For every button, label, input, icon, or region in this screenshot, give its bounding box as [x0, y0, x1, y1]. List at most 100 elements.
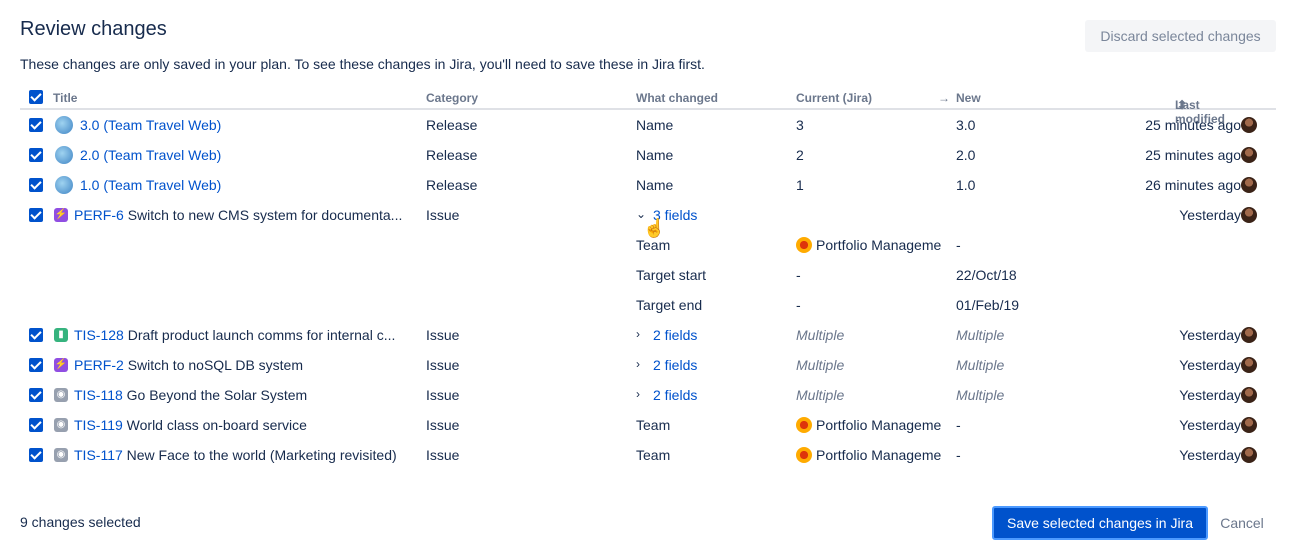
row-title[interactable]: PERF-2 Switch to noSQL DB system [74, 357, 303, 373]
task-icon: ◉ [54, 388, 68, 402]
row-title[interactable]: TIS-118 Go Beyond the Solar System [74, 387, 307, 403]
row-current: 3 [796, 117, 804, 133]
row-what-changed: Team [636, 417, 671, 433]
row-new: Multiple [956, 327, 1005, 343]
issue-key-link[interactable]: PERF-6 [74, 207, 124, 223]
chevron-right-icon[interactable]: › [636, 327, 640, 341]
epic-icon: ⚡ [54, 208, 68, 222]
issue-key-link[interactable]: TIS-128 [74, 327, 124, 343]
expanded-field-row: Target start - 22/Oct/18 [20, 260, 1276, 290]
save-selected-changes-button[interactable]: Save selected changes in Jira [992, 506, 1208, 540]
field-new: 01/Feb/19 [956, 297, 1020, 313]
row-last-modified: Yesterday [1179, 207, 1241, 223]
issue-key-link[interactable]: TIS-119 [74, 417, 123, 433]
table-header: Title Category What changed Current (Jir… [20, 84, 1276, 126]
row-last-modified: Yesterday [1179, 327, 1241, 343]
issue-title: Switch to noSQL DB system [127, 357, 304, 373]
row-last-modified: 26 minutes ago [1145, 177, 1241, 193]
row-checkbox[interactable] [29, 448, 43, 462]
cancel-button[interactable]: Cancel [1212, 506, 1272, 540]
field-current: Portfolio Manageme [796, 237, 941, 253]
selected-count: 9 changes selected [20, 514, 141, 530]
issue-title: New Face to the world (Marketing revisit… [126, 447, 397, 463]
row-new: 1.0 [956, 177, 976, 193]
row-last-modified: Yesterday [1179, 447, 1241, 463]
expand-fields-link[interactable]: 2 fields [653, 387, 697, 403]
row-checkbox[interactable] [29, 118, 43, 132]
row-what-changed: Name [636, 177, 674, 193]
row-checkbox[interactable] [29, 418, 43, 432]
portfolio-icon [796, 417, 812, 433]
chevron-right-icon[interactable]: › [636, 357, 640, 371]
expanded-field-row: Target end - 01/Feb/19 [20, 290, 1276, 320]
field-name: Target end [636, 297, 703, 313]
row-title[interactable]: TIS-117 New Face to the world (Marketing… [74, 447, 397, 463]
row-checkbox[interactable] [29, 328, 43, 342]
row-current: Portfolio Manageme [796, 447, 941, 463]
row-title-link[interactable]: 3.0 (Team Travel Web) [80, 117, 221, 133]
row-title-link[interactable]: 2.0 (Team Travel Web) [80, 147, 221, 163]
field-name: Target start [636, 267, 707, 283]
row-title-link[interactable]: 1.0 (Team Travel Web) [80, 177, 221, 193]
row-category: Release [426, 117, 478, 133]
field-current: - [796, 267, 801, 283]
avatar [1241, 357, 1257, 373]
row-category: Issue [426, 327, 460, 343]
row-title[interactable]: TIS-119 World class on-board service [74, 417, 307, 433]
expand-fields-link[interactable]: 2 fields [653, 327, 697, 343]
row-current: Multiple [796, 357, 845, 373]
header-what-changed[interactable]: What changed [636, 91, 718, 105]
avatar [1241, 177, 1257, 193]
row-checkbox[interactable] [29, 178, 43, 192]
field-current: - [796, 297, 801, 313]
row-new: 2.0 [956, 147, 976, 163]
portfolio-icon [796, 237, 812, 253]
row-new: 3.0 [956, 117, 976, 133]
table-row: ◉ TIS-117 New Face to the world (Marketi… [20, 440, 1276, 470]
story-icon: ▮ [54, 328, 68, 342]
field-name: Team [636, 237, 671, 253]
row-checkbox[interactable] [29, 208, 43, 222]
row-category: Issue [426, 447, 460, 463]
row-category: Issue [426, 357, 460, 373]
header-title[interactable]: Title [53, 91, 77, 105]
row-new: - [956, 417, 961, 433]
table-row: ▮ TIS-128 Draft product launch comms for… [20, 320, 1276, 350]
table-row: ◉ TIS-118 Go Beyond the Solar System Iss… [20, 380, 1276, 410]
row-checkbox[interactable] [29, 148, 43, 162]
row-new: Multiple [956, 357, 1005, 373]
issue-key-link[interactable]: TIS-118 [74, 387, 123, 403]
table-row: 3.0 (Team Travel Web) Release Name 3 3.0… [20, 110, 1276, 140]
issue-title: Go Beyond the Solar System [126, 387, 308, 403]
header-new[interactable]: New [956, 91, 981, 105]
issue-title: Switch to new CMS system for documenta..… [127, 207, 403, 223]
table-row: ⚡ PERF-2 Switch to noSQL DB system Issue… [20, 350, 1276, 380]
row-checkbox[interactable] [29, 358, 43, 372]
header-current[interactable]: Current (Jira) [796, 91, 872, 105]
row-category: Issue [426, 387, 460, 403]
row-current: 2 [796, 147, 804, 163]
release-icon [55, 116, 73, 134]
review-changes-dialog: Review changes Discard selected changes … [0, 0, 1296, 560]
avatar [1241, 117, 1257, 133]
row-last-modified: Yesterday [1179, 387, 1241, 403]
row-title[interactable]: TIS-128 Draft product launch comms for i… [74, 327, 395, 343]
issue-key-link[interactable]: TIS-117 [74, 447, 123, 463]
row-new: - [956, 447, 961, 463]
table-row: 2.0 (Team Travel Web) Release Name 2 2.0… [20, 140, 1276, 170]
row-what-changed: Team [636, 447, 671, 463]
release-icon [55, 176, 73, 194]
issue-title: Draft product launch comms for internal … [127, 327, 396, 343]
select-all-checkbox[interactable] [29, 90, 43, 104]
expand-fields-link[interactable]: 2 fields [653, 357, 697, 373]
task-icon: ◉ [54, 448, 68, 462]
issue-key-link[interactable]: PERF-2 [74, 357, 124, 373]
row-title[interactable]: PERF-6 Switch to new CMS system for docu… [74, 207, 402, 223]
epic-icon: ⚡ [54, 358, 68, 372]
field-new: 22/Oct/18 [956, 267, 1017, 283]
header-category[interactable]: Category [426, 91, 478, 105]
discard-selected-changes-button[interactable]: Discard selected changes [1085, 20, 1276, 52]
release-icon [55, 146, 73, 164]
row-checkbox[interactable] [29, 388, 43, 402]
chevron-right-icon[interactable]: › [636, 387, 640, 401]
